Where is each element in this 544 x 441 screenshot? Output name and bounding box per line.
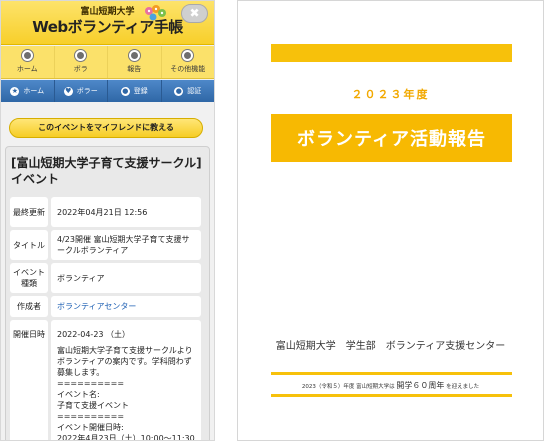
subnav-item-home[interactable]: ★ ホーム — [1, 80, 55, 102]
nav-item-home[interactable]: ホーム — [1, 46, 55, 78]
subnav-item-auth[interactable]: ● 認証 — [162, 80, 215, 102]
mobile-app-screen: 富山短期大学 Webボランティア手帳 ✖ ホーム ボラ 報告 その他機能 ★ ホ… — [0, 0, 215, 441]
screenshot: 富山短期大学 Webボランティア手帳 ✖ ホーム ボラ 報告 その他機能 ★ ホ… — [0, 0, 544, 441]
anniversary-highlight: 開学６０周年 — [396, 381, 445, 390]
detail-value: 4/23開催 富山短期大学子育て支援サークルボランティア — [51, 230, 201, 260]
detail-row-author: 作成者 ボランティアセンター — [10, 296, 201, 317]
nav-item-label: ホーム — [16, 65, 38, 73]
heart-icon: ♥ — [63, 86, 73, 96]
subnav-item-label: ボラー — [76, 87, 98, 95]
nav-item-label: ボラ — [73, 65, 88, 73]
report-year: ２０２３年度 — [351, 88, 430, 101]
event-description: 富山短期大学子育て支援サークルよりボランティアの案内です。学科問わず募集します。… — [10, 341, 201, 441]
nav-item-more[interactable]: その他機能 — [162, 46, 215, 78]
detail-row-type: イベント種類 ボランティア — [10, 263, 201, 293]
auth-icon: ● — [174, 86, 184, 96]
anniversary-suffix: を迎えました — [446, 384, 480, 390]
author-link[interactable]: ボランティアセンター — [51, 296, 201, 317]
detail-value: ボランティア — [51, 263, 201, 293]
report-title: ボランティア活動報告 — [297, 129, 486, 150]
more-icon — [182, 50, 194, 61]
nav-item-volunteer[interactable]: ボラ — [55, 46, 108, 78]
detail-label: イベント種類 — [10, 263, 48, 293]
organization-name: 富山短期大学 学生部 ボランティア支援センター — [275, 341, 506, 352]
flower-logo-icon — [145, 5, 166, 21]
nav-item-report[interactable]: 報告 — [108, 46, 162, 78]
sub-nav: ★ ホーム ♥ ボラー ● 登録 ● 認証 — [1, 80, 214, 102]
nav-item-label: その他機能 — [170, 65, 206, 73]
event-details-table: 最終更新 2022年04月21日 12:56 タイトル 4/23開催 富山短期大… — [10, 197, 201, 351]
description-text: 富山短期大学子育て支援サークルよりボランティアの案内です。学科問わず募集します。… — [57, 346, 195, 441]
home-icon — [21, 50, 33, 61]
description-body: 富山短期大学子育て支援サークルよりボランティアの案内です。学科問わず募集します。… — [51, 341, 201, 441]
register-icon: ● — [120, 86, 130, 96]
subnav-item-volunteer[interactable]: ♥ ボラー — [55, 80, 108, 102]
volunteer-icon — [75, 50, 87, 61]
detail-label: 作成者 — [10, 296, 48, 317]
anniversary-note: 2023（令和５）年度 富山短期大学は 開学６０周年 を迎えました — [238, 380, 543, 391]
detail-label-empty — [10, 341, 48, 440]
subnav-item-label: ホーム — [23, 87, 45, 95]
title-banner: ボランティア活動報告 — [271, 114, 512, 162]
footer-rule-bottom — [271, 394, 512, 397]
detail-label: タイトル — [10, 230, 48, 260]
report-cover: ２０２３年度 ボランティア活動報告 富山短期大学 学生部 ボランティア支援センタ… — [237, 0, 544, 441]
close-button[interactable]: ✖ — [181, 4, 208, 23]
top-accent-bar — [271, 44, 512, 62]
share-with-friends-button[interactable]: このイベントをマイフレンドに教える — [9, 118, 203, 138]
detail-row-updated: 最終更新 2022年04月21日 12:56 — [10, 197, 201, 227]
subnav-item-register[interactable]: ● 登録 — [108, 80, 162, 102]
report-icon — [128, 50, 140, 61]
detail-row-title: タイトル 4/23開催 富山短期大学子育て支援サークルボランティア — [10, 230, 201, 260]
footer-rule-top — [271, 372, 512, 375]
subnav-item-label: 登録 — [133, 87, 148, 95]
event-title: [富山短期大学子育て支援サークル]イベント — [11, 156, 202, 186]
app-header: 富山短期大学 Webボランティア手帳 ✖ — [1, 1, 214, 45]
detail-label: 最終更新 — [10, 197, 48, 227]
star-icon: ★ — [10, 86, 20, 96]
anniversary-prefix: 2023（令和５）年度 富山短期大学は — [301, 384, 395, 390]
subnav-item-label: 認証 — [187, 87, 202, 95]
nav-item-label: 報告 — [127, 65, 142, 73]
main-nav: ホーム ボラ 報告 その他機能 — [1, 46, 214, 79]
detail-value: 2022年04月21日 12:56 — [51, 197, 201, 227]
